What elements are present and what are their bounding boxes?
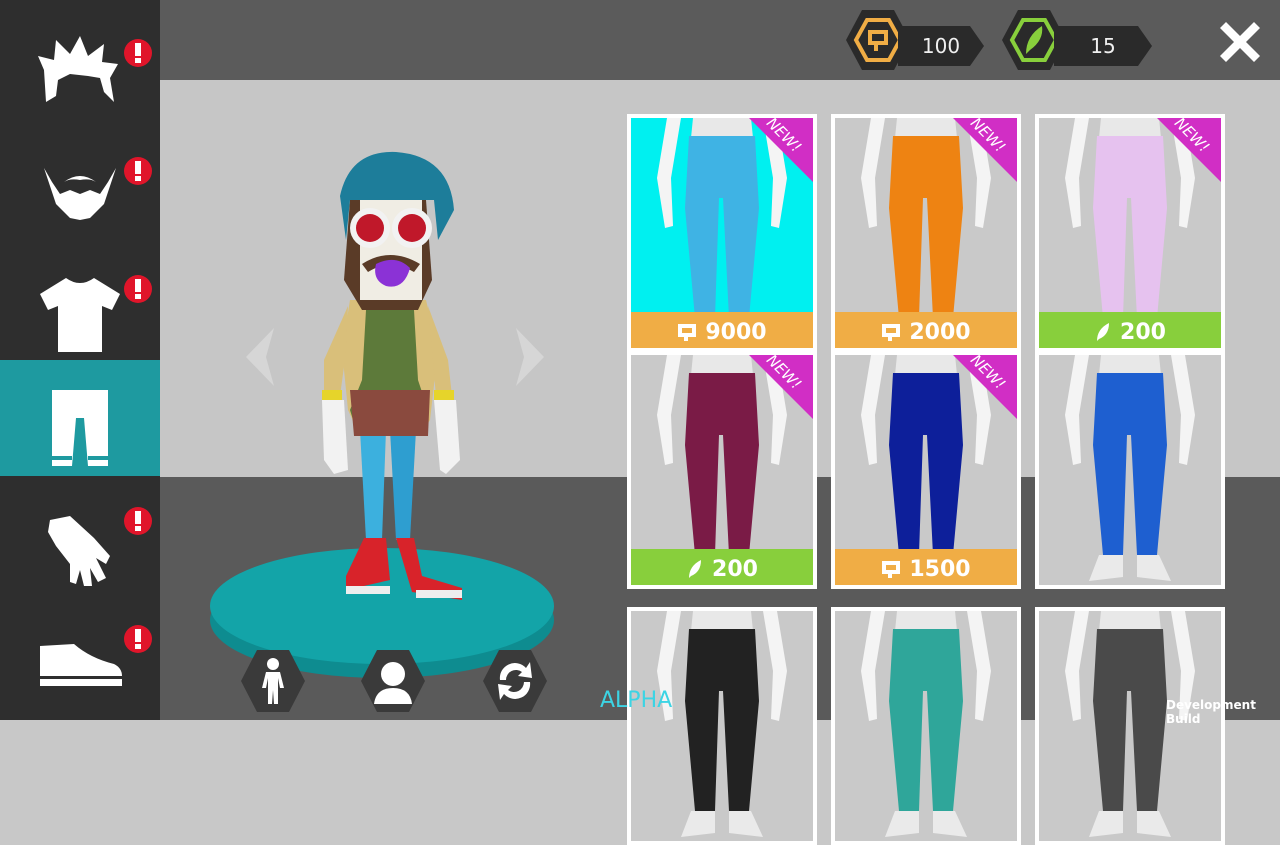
price-value: 200 bbox=[1120, 319, 1166, 345]
beard-icon bbox=[44, 168, 116, 220]
alert-icon bbox=[124, 275, 152, 303]
green-feather-icon bbox=[1097, 323, 1110, 341]
green-feather-icon bbox=[689, 560, 702, 578]
new-badge: NEW! bbox=[745, 118, 813, 186]
alert-icon bbox=[124, 625, 152, 653]
item-card[interactable]: NEW! 2000 bbox=[831, 114, 1021, 352]
price-value: 9000 bbox=[705, 319, 767, 345]
coin-counter: 100 bbox=[846, 8, 986, 70]
rotate-button[interactable] bbox=[482, 648, 548, 714]
development-build-label: Development Build bbox=[1166, 698, 1256, 726]
new-badge: NEW! bbox=[949, 355, 1017, 423]
prev-arrow-icon[interactable] bbox=[238, 322, 282, 392]
price-value: 1500 bbox=[909, 556, 971, 582]
item-card[interactable]: NEW! 200 bbox=[627, 351, 817, 589]
shirt-icon bbox=[40, 278, 120, 352]
character-preview[interactable] bbox=[200, 140, 600, 700]
new-badge: NEW! bbox=[745, 355, 813, 423]
coin-screen-icon bbox=[882, 561, 901, 578]
category-shoes[interactable] bbox=[0, 594, 160, 710]
new-badge: NEW! bbox=[1153, 118, 1221, 186]
price-tag[interactable]: 9000 bbox=[631, 312, 813, 348]
item-card[interactable] bbox=[1035, 607, 1225, 845]
mannequin-pants-preview bbox=[1065, 355, 1195, 581]
category-hair[interactable] bbox=[0, 8, 160, 124]
item-card[interactable]: NEW! 200 bbox=[1035, 114, 1225, 352]
category-shirt[interactable] bbox=[0, 244, 160, 360]
mannequin-pants-preview bbox=[861, 611, 991, 837]
category-gloves[interactable] bbox=[0, 476, 160, 592]
category-pants[interactable] bbox=[0, 360, 160, 476]
item-card[interactable] bbox=[627, 607, 817, 845]
glove-icon bbox=[48, 516, 110, 586]
head-view-button[interactable] bbox=[360, 648, 426, 714]
category-sidebar bbox=[0, 0, 160, 720]
mannequin-pants-preview bbox=[1065, 611, 1195, 837]
alert-icon bbox=[124, 157, 152, 185]
coin-screen-icon bbox=[678, 324, 697, 341]
pants-icon bbox=[52, 390, 108, 466]
hair-icon bbox=[38, 36, 118, 102]
coin-screen-icon bbox=[882, 324, 901, 341]
full-body-view-button[interactable] bbox=[240, 648, 306, 714]
feather-counter: 15 bbox=[1002, 8, 1154, 70]
shoe-icon bbox=[40, 644, 122, 686]
feather-amount: 15 bbox=[1054, 26, 1152, 66]
new-badge: NEW! bbox=[949, 118, 1017, 186]
price-value: 2000 bbox=[909, 319, 971, 345]
mannequin-pants-preview bbox=[657, 611, 787, 837]
price-tag[interactable]: 1500 bbox=[835, 549, 1017, 585]
item-card[interactable]: NEW! 1500 bbox=[831, 351, 1021, 589]
coin-amount: 100 bbox=[898, 26, 984, 66]
next-arrow-icon[interactable] bbox=[508, 322, 552, 392]
price-value: 200 bbox=[712, 556, 758, 582]
item-card[interactable] bbox=[1035, 351, 1225, 589]
alpha-label: ALPHA bbox=[600, 688, 673, 713]
alert-icon bbox=[124, 507, 152, 535]
alert-icon bbox=[124, 39, 152, 67]
item-card[interactable]: NEW! 9000 bbox=[627, 114, 817, 352]
item-card[interactable] bbox=[831, 607, 1021, 845]
price-tag[interactable]: 200 bbox=[631, 549, 813, 585]
price-tag[interactable]: 200 bbox=[1039, 312, 1221, 348]
category-beard[interactable] bbox=[0, 126, 160, 242]
close-icon[interactable] bbox=[1214, 16, 1266, 68]
price-tag[interactable]: 2000 bbox=[835, 312, 1017, 348]
